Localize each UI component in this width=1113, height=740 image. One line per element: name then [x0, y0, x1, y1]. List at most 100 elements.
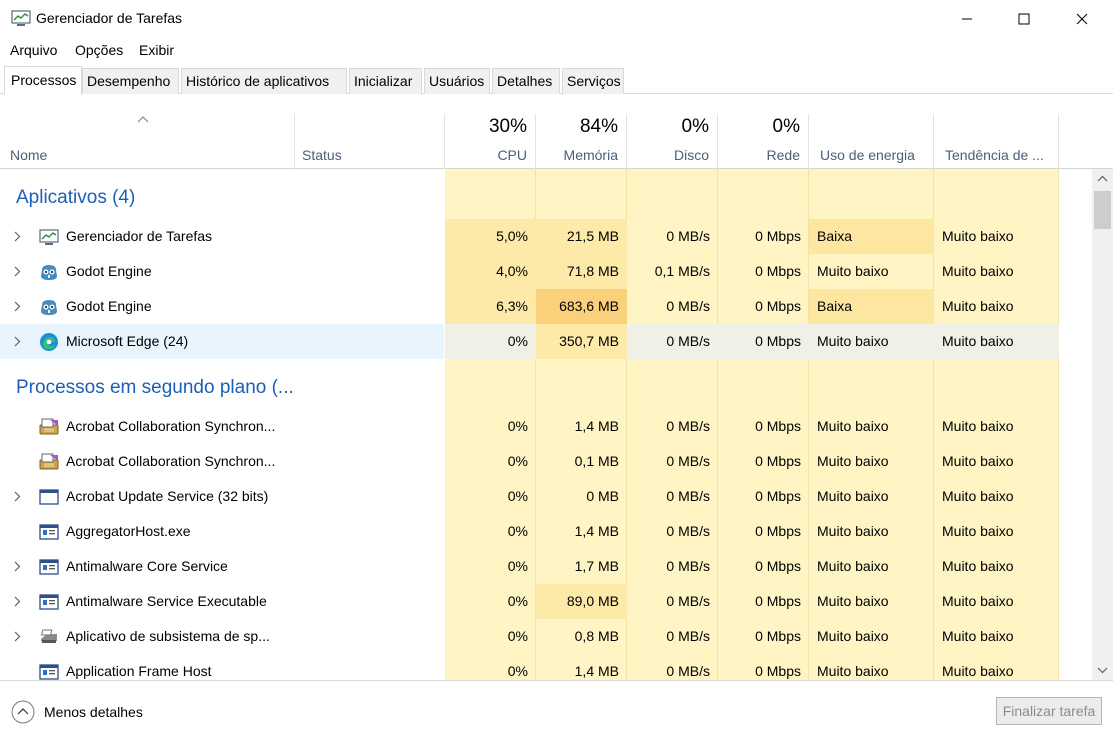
- process-row[interactable]: Application Frame Host 0% 1,4 MB 0 MB/s 0 Mb…: [0, 654, 1058, 680]
- expand-chevron-icon[interactable]: [13, 336, 21, 347]
- tab-usuarios[interactable]: Usuários: [424, 68, 490, 94]
- power-cell: Muito baixo: [817, 453, 889, 469]
- trend-cell: Muito baixo: [934, 324, 1059, 359]
- network-cell: 0 Mbps: [755, 628, 801, 644]
- network-cell: 0 Mbps: [755, 453, 801, 469]
- group-background-header[interactable]: Processos em segundo plano (...: [16, 377, 294, 399]
- disk-cell: 0 MB/s: [666, 523, 710, 539]
- close-icon: [1076, 13, 1088, 25]
- tab-processos[interactable]: Processos: [4, 66, 82, 95]
- header-disk[interactable]: 0% Disco: [627, 114, 718, 169]
- power-cell: Muito baixo: [817, 523, 889, 539]
- network-total: 0%: [772, 116, 800, 137]
- cpu-cell: 0%: [507, 418, 528, 434]
- tab-desempenho[interactable]: Desempenho: [82, 68, 179, 94]
- process-row[interactable]: Acrobat Update Service (32 bits) 0% 0 MB 0 …: [0, 479, 1058, 514]
- expand-chevron-icon[interactable]: [13, 596, 21, 607]
- process-row[interactable]: Antimalware Core Service 0% 1,7 MB 0 MB/s 0 …: [0, 549, 1058, 584]
- cpu-cell: 0%: [507, 663, 528, 679]
- cpu-cell: 0%: [507, 453, 528, 469]
- column-header: Nome Status 30% CPU 84% Memória 0% Disco…: [0, 114, 1113, 169]
- process-row[interactable]: Godot Engine 4,0% 71,8 MB 0,1 MB/s 0 Mbps Mui…: [0, 254, 1058, 289]
- disk-total: 0%: [681, 116, 709, 137]
- header-status[interactable]: Status: [295, 114, 445, 169]
- close-button[interactable]: [1053, 0, 1111, 38]
- expand-chevron-icon[interactable]: [13, 491, 21, 502]
- network-cell: 0 Mbps: [755, 488, 801, 504]
- process-row[interactable]: Aplicativo de subsistema de sp... 0% 0,8 M…: [0, 619, 1058, 654]
- header-network[interactable]: 0% Rede: [718, 114, 809, 169]
- menu-opcoes[interactable]: Opções: [75, 42, 123, 58]
- memory-cell: 21,5 MB: [536, 219, 627, 254]
- header-power[interactable]: Uso de energia: [809, 114, 934, 169]
- menu-arquivo[interactable]: Arquivo: [10, 42, 57, 58]
- trend-cell: Muito baixo: [942, 523, 1014, 539]
- task-manager-icon: [38, 226, 60, 248]
- tab-servicos[interactable]: Serviços: [562, 68, 624, 94]
- process-row[interactable]: Antimalware Service Executable 0% 89,0 MB 0…: [0, 584, 1058, 619]
- disk-cell: 0 MB/s: [666, 228, 710, 244]
- end-task-button[interactable]: Finalizar tarefa: [996, 697, 1102, 725]
- memory-total: 84%: [579, 116, 618, 137]
- scroll-up-icon[interactable]: [1097, 175, 1108, 182]
- cpu-cell: 0%: [445, 324, 536, 359]
- expand-chevron-icon[interactable]: [13, 561, 21, 572]
- process-name: Godot Engine: [66, 263, 152, 279]
- disk-cell: 0 MB/s: [666, 488, 710, 504]
- process-row[interactable]: Godot Engine 6,3% 683,6 MB 0 MB/s 0 Mbps Baix…: [0, 289, 1058, 324]
- header-cpu[interactable]: 30% CPU: [445, 114, 536, 169]
- network-cell: 0 Mbps: [755, 593, 801, 609]
- memory-cell: 89,0 MB: [536, 584, 627, 619]
- power-cell: Muito baixo: [817, 418, 889, 434]
- cpu-cell: 0%: [507, 593, 528, 609]
- acrobat-sync-icon: [38, 451, 60, 473]
- expand-chevron-icon[interactable]: [13, 231, 21, 242]
- process-name: Acrobat Collaboration Synchron...: [66, 453, 276, 469]
- memory-cell: 71,8 MB: [536, 254, 627, 289]
- memory-cell: 0,1 MB: [574, 453, 619, 469]
- process-icon: [38, 591, 60, 613]
- process-row[interactable]: Acrobat Collaboration Synchron... 0% 0,1 M…: [0, 444, 1058, 479]
- trend-cell: Muito baixo: [942, 558, 1014, 574]
- godot-icon: [38, 261, 60, 283]
- scroll-down-icon[interactable]: [1097, 667, 1108, 674]
- menu-exibir[interactable]: Exibir: [139, 42, 174, 58]
- maximize-icon: [1018, 13, 1030, 25]
- expand-chevron-icon[interactable]: [13, 631, 21, 642]
- power-cell: Muito baixo: [817, 663, 889, 679]
- memory-cell: 0,8 MB: [574, 628, 619, 644]
- header-memory[interactable]: 84% Memória: [536, 114, 627, 169]
- window-title: Gerenciador de Tarefas: [36, 10, 183, 26]
- tab-historico[interactable]: Histórico de aplicativos: [181, 68, 347, 94]
- cpu-cell: 4,0%: [445, 254, 536, 289]
- minimize-button[interactable]: [938, 0, 996, 38]
- tab-detalhes[interactable]: Detalhes: [492, 68, 560, 94]
- less-details-link[interactable]: Menos detalhes: [44, 704, 143, 720]
- network-cell: 0 Mbps: [755, 228, 801, 244]
- process-name: Antimalware Service Executable: [66, 593, 267, 609]
- header-name[interactable]: Nome: [0, 114, 295, 169]
- footer: Menos detalhes Finalizar tarefa: [0, 680, 1113, 740]
- tab-inicializar[interactable]: Inicializar: [349, 68, 422, 94]
- process-name: AggregatorHost.exe: [66, 523, 191, 539]
- cpu-cell: 6,3%: [445, 289, 536, 324]
- scrollbar-thumb[interactable]: [1094, 191, 1111, 229]
- process-icon: [38, 661, 60, 680]
- power-cell: Baixa: [809, 219, 934, 254]
- group-apps-header[interactable]: Aplicativos (4): [16, 187, 135, 209]
- expand-chevron-icon[interactable]: [13, 266, 21, 277]
- disk-cell: 0 MB/s: [666, 558, 710, 574]
- header-trend[interactable]: Tendência de ...: [934, 114, 1059, 169]
- memory-cell: 1,4 MB: [574, 523, 619, 539]
- expand-chevron-icon[interactable]: [13, 301, 21, 312]
- collapse-circle-icon[interactable]: [11, 700, 35, 724]
- process-row[interactable]: Gerenciador de Tarefas 5,0% 21,5 MB 0 MB/s 0…: [0, 219, 1058, 254]
- process-name: Antimalware Core Service: [66, 558, 228, 574]
- network-cell: 0 Mbps: [755, 298, 801, 314]
- maximize-button[interactable]: [995, 0, 1053, 38]
- process-row[interactable]: Acrobat Collaboration Synchron... 0% 1,4 M…: [0, 409, 1058, 444]
- vertical-scrollbar[interactable]: [1092, 169, 1113, 680]
- process-row[interactable]: AggregatorHost.exe 0% 1,4 MB 0 MB/s 0 Mbps Mu…: [0, 514, 1058, 549]
- title-bar: Gerenciador de Tarefas: [0, 0, 1113, 38]
- process-row[interactable]: Microsoft Edge (24) 0% 350,7 MB 0 MB/s 0 Mbp…: [0, 324, 1059, 359]
